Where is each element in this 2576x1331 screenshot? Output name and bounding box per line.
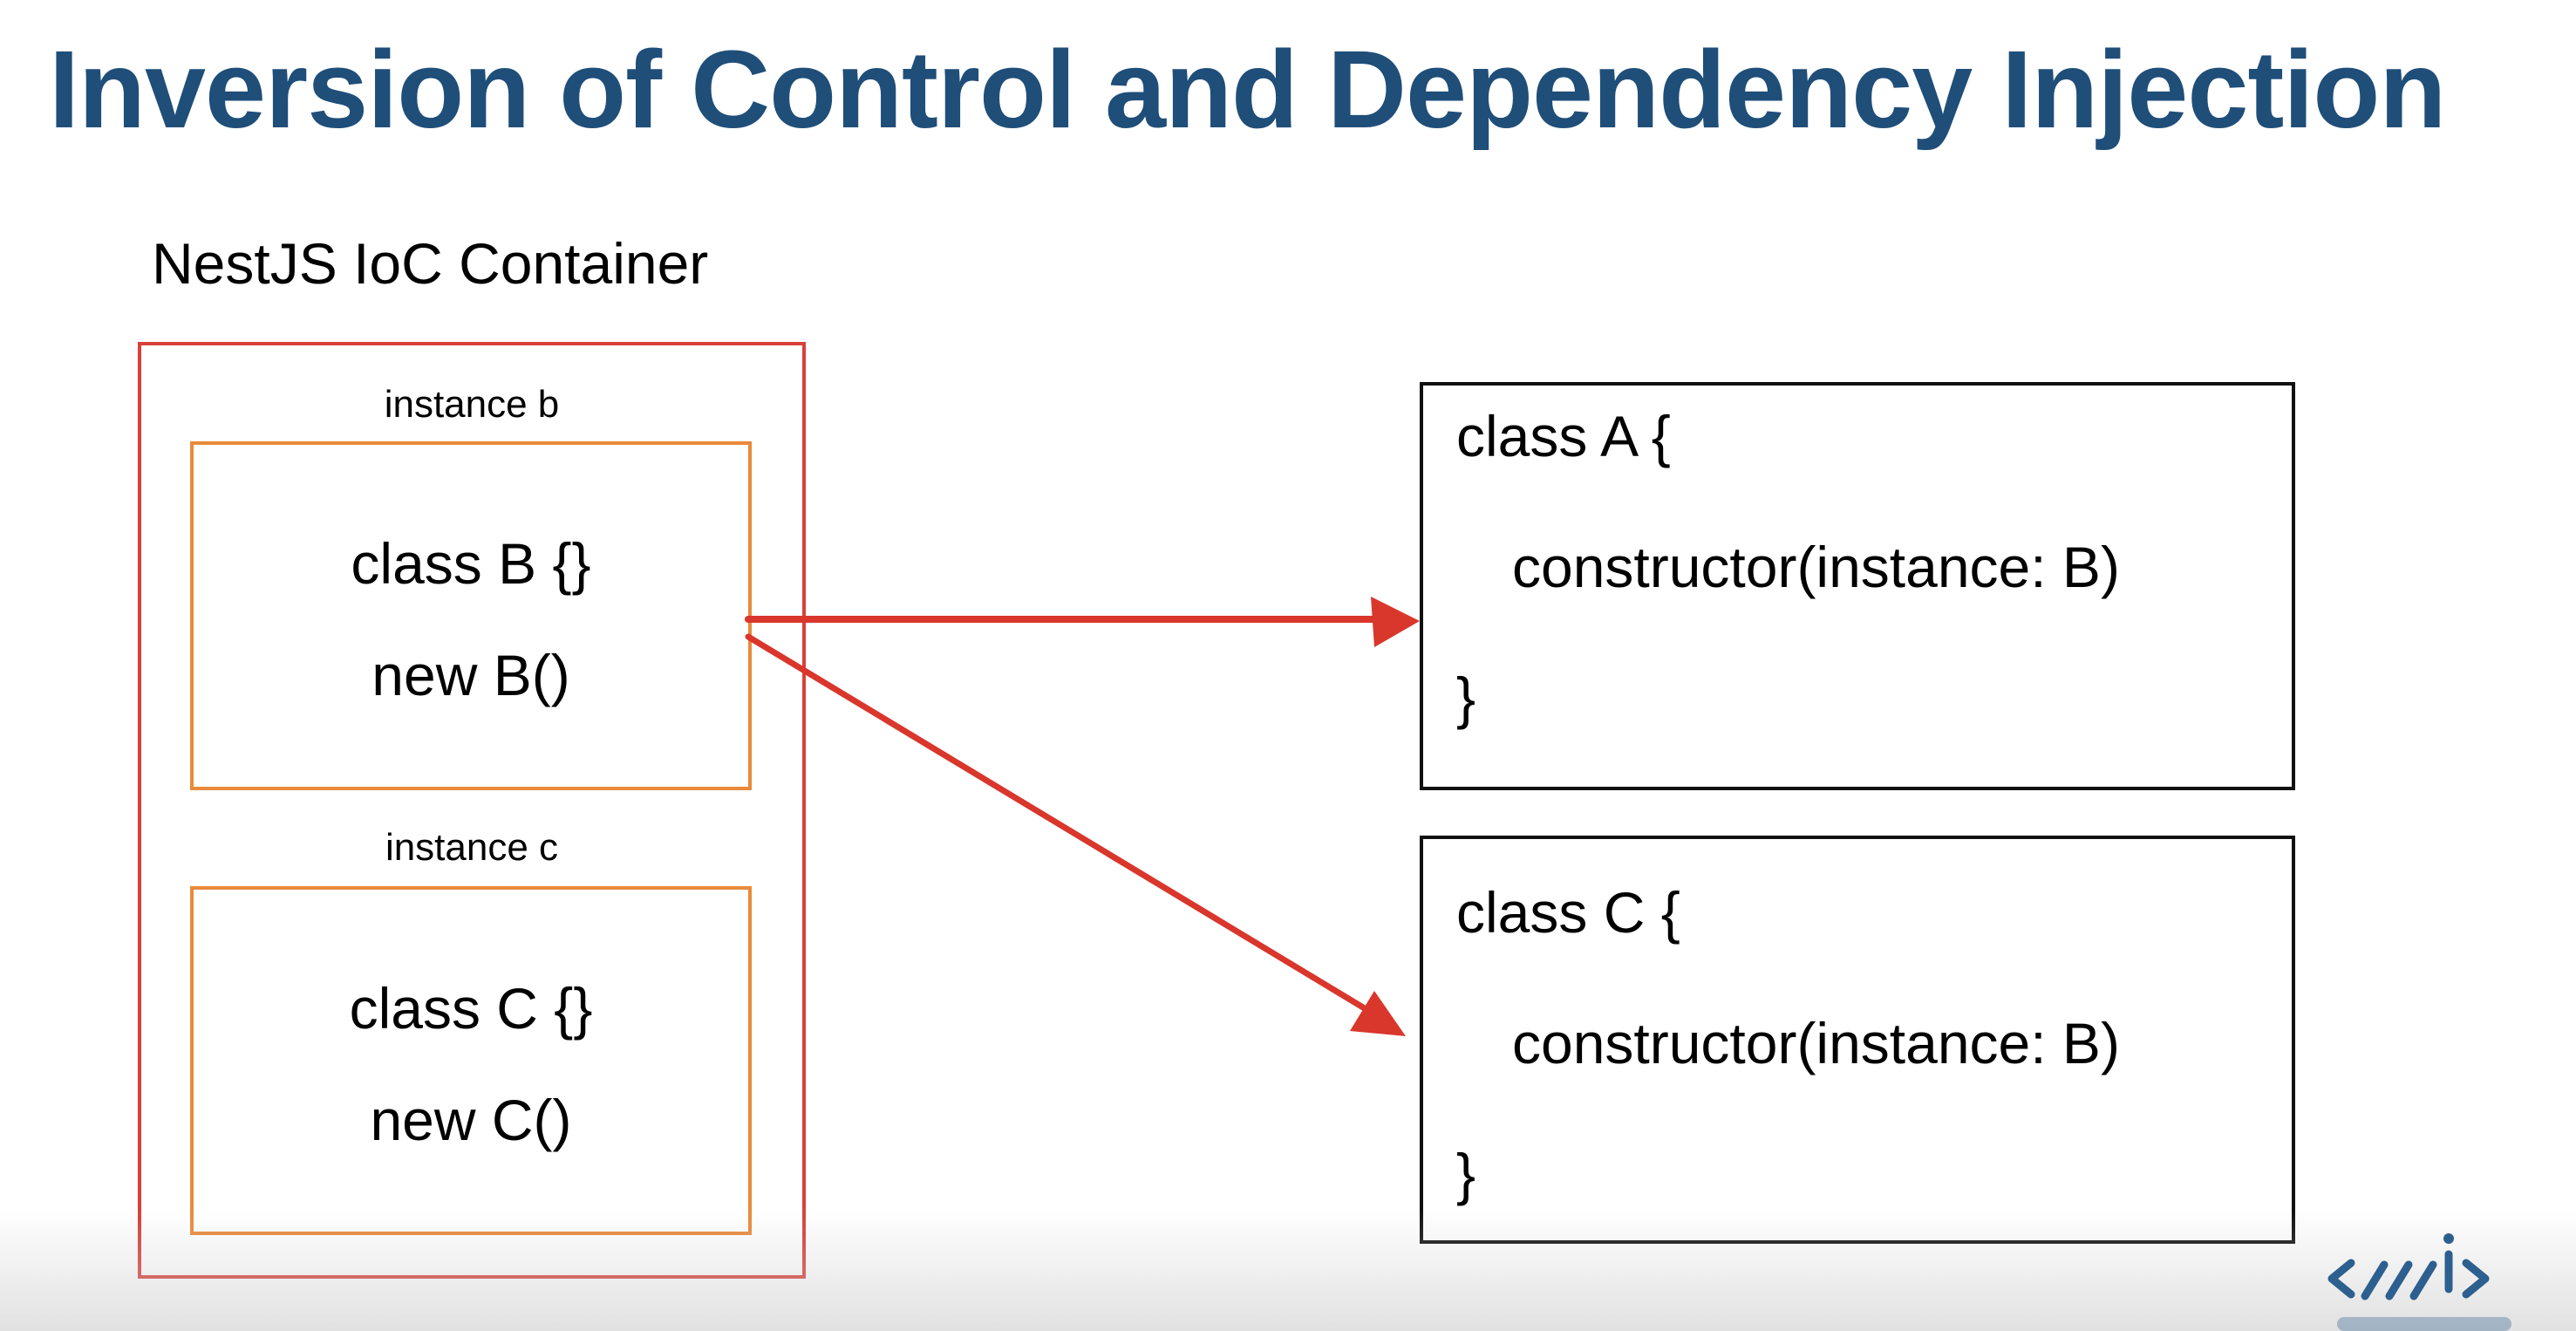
instance-b-box: class B {} new B() (190, 441, 752, 790)
instance-b-new-line: new B() (371, 643, 570, 707)
instance-c-box: class C {} new C() (190, 886, 752, 1235)
class-c-constructor: constructor(instance: B) (1512, 1011, 2120, 1075)
bottom-fade-overlay (0, 1209, 2576, 1331)
ioc-container-label: NestJS IoC Container (152, 231, 709, 296)
class-a-header: class A { (1456, 404, 1671, 468)
instance-b-class-line: class B {} (351, 531, 591, 596)
instance-c-label: instance c (385, 826, 559, 869)
slide-title: Inversion of Control and Dependency Inje… (49, 28, 2446, 151)
arrow-b-to-c (745, 633, 1406, 1036)
class-c-footer: } (1456, 1142, 1476, 1206)
class-a-footer: } (1456, 666, 1476, 730)
class-c-header: class C { (1456, 880, 1680, 945)
class-a-box: class A { constructor(instance: B) } (1420, 382, 2295, 790)
instance-c-new-line: new C() (370, 1088, 572, 1152)
instance-b-label: instance b (384, 383, 560, 426)
class-c-box: class C { constructor(instance: B) } (1420, 836, 2295, 1244)
class-a-constructor: constructor(instance: B) (1512, 535, 2120, 599)
instance-c-class-line: class C {} (349, 976, 593, 1041)
arrow-b-to-a (745, 597, 1420, 647)
code-slash-logo-icon (2320, 1225, 2529, 1331)
